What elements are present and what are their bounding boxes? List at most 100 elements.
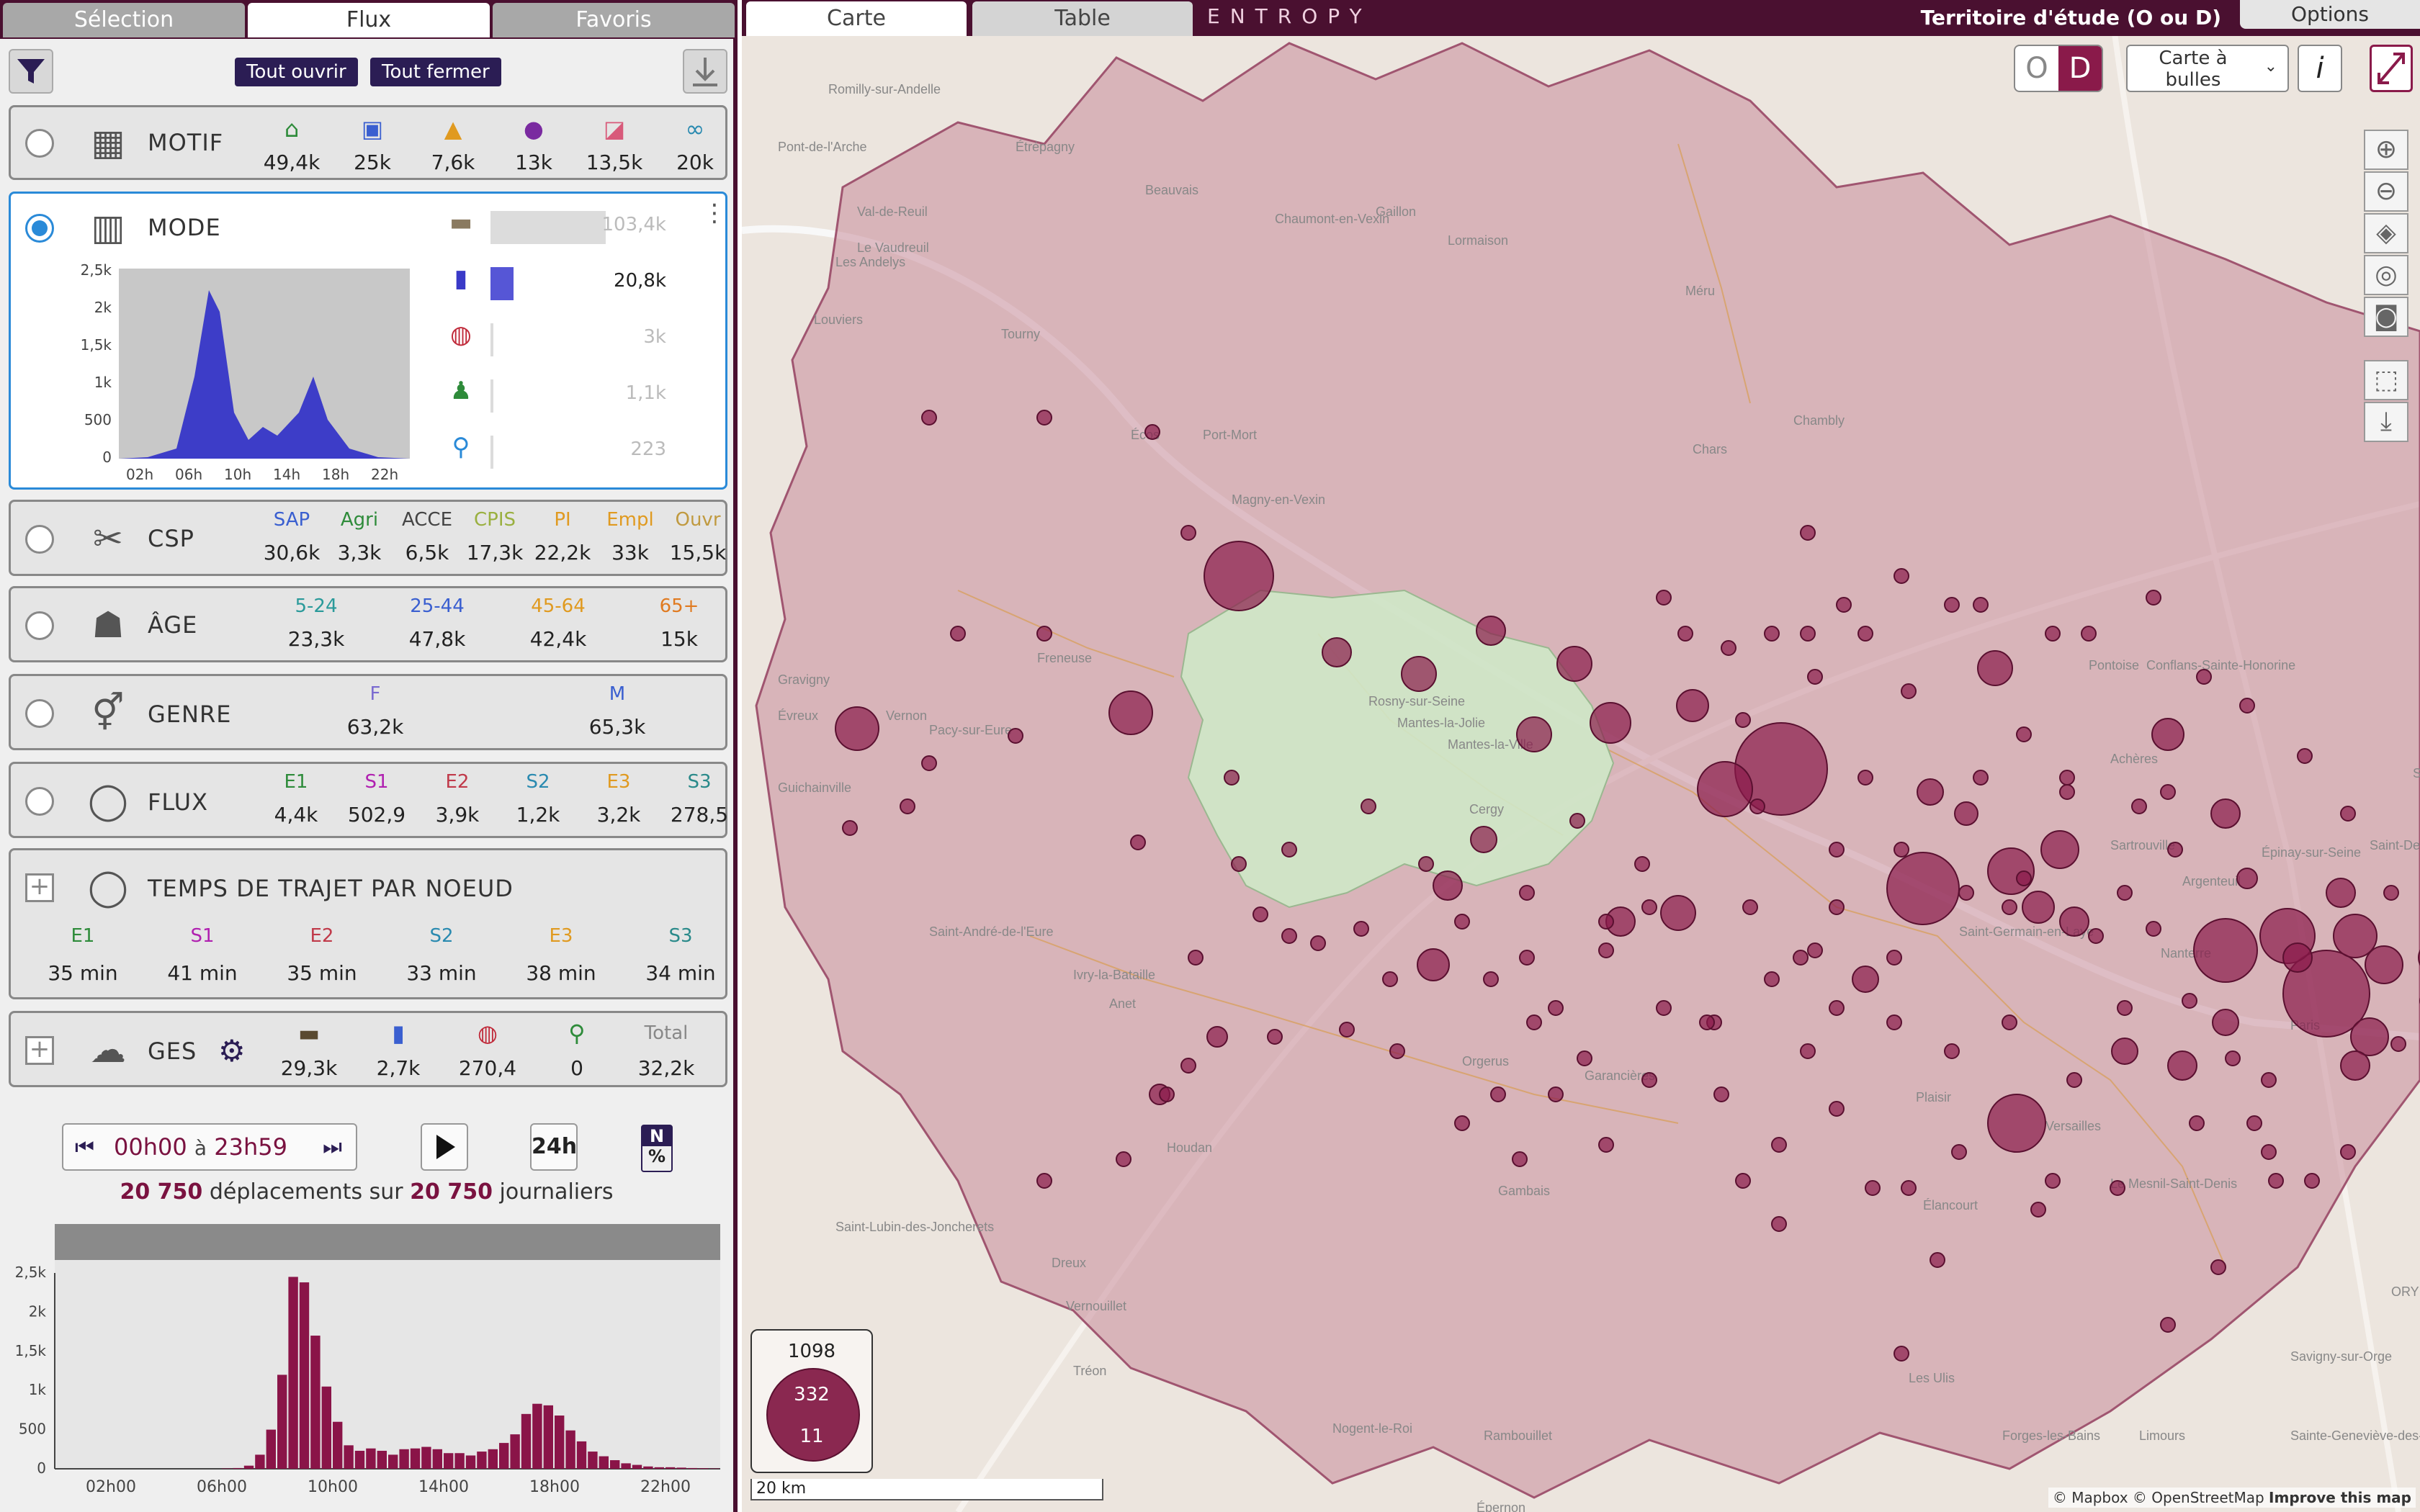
flow-bubble[interactable]	[1206, 1026, 1228, 1048]
flow-bubble[interactable]	[2182, 993, 2197, 1009]
flow-bubble[interactable]	[2236, 868, 2258, 889]
flow-bubble[interactable]	[2016, 870, 2032, 886]
flow-bubble[interactable]	[2117, 885, 2133, 901]
flow-bubble[interactable]	[2239, 698, 2255, 714]
flow-bubble[interactable]	[1231, 856, 1247, 872]
flow-bubble[interactable]	[1886, 1014, 1902, 1030]
origin-option[interactable]: O	[2015, 46, 2058, 91]
flow-bubble[interactable]	[2268, 1173, 2284, 1189]
flow-bubble[interactable]	[2193, 918, 2258, 983]
flow-bubble[interactable]	[1108, 690, 1153, 735]
flow-bubble[interactable]	[2030, 1202, 2046, 1218]
flow-bubble[interactable]	[2340, 1050, 2370, 1081]
flow-bubble[interactable]	[2304, 1173, 2320, 1189]
temps-item-0[interactable]: E1 35 min	[40, 925, 126, 985]
mode-radio[interactable]	[25, 214, 54, 243]
flow-bubble[interactable]	[1281, 928, 1297, 944]
flow-bubble[interactable]	[2131, 798, 2147, 814]
flow-bubble[interactable]	[1894, 568, 1909, 584]
download-button[interactable]	[683, 49, 727, 94]
flux-item-3[interactable]: S2 1,2k	[495, 771, 581, 827]
ges-item-3[interactable]: ⚲ 0	[534, 1020, 620, 1080]
mode-row-0[interactable]: ▬ 103,4k	[443, 204, 717, 244]
flux-item-1[interactable]: S1 502,9	[333, 771, 420, 827]
flow-bubble[interactable]	[1807, 669, 1823, 685]
europe-map-button[interactable]: ◈	[2364, 213, 2408, 253]
motif-item-3[interactable]: ● 13k	[490, 116, 577, 174]
flow-bubble[interactable]	[2146, 921, 2161, 937]
motif-item-5[interactable]: ∞ 20k	[652, 116, 738, 174]
zoom-out-button[interactable]: ⊖	[2364, 171, 2408, 212]
flow-bubble[interactable]	[2340, 806, 2356, 822]
flow-bubble[interactable]	[2350, 1017, 2389, 1056]
flux-item-5[interactable]: S3 278,5	[656, 771, 743, 827]
map-type-select[interactable]: Carte à bulles ⌄	[2126, 45, 2289, 92]
flow-bubble[interactable]	[1735, 1173, 1751, 1189]
flow-bubble[interactable]	[2081, 626, 2097, 642]
flow-bubble[interactable]	[1721, 640, 1736, 656]
motif-item-2[interactable]: ▲ 7,6k	[410, 116, 496, 174]
flow-bubble[interactable]	[2196, 669, 2212, 685]
flow-bubble[interactable]	[1977, 650, 2013, 686]
genre-item-0[interactable]: F 63,2k	[332, 683, 418, 739]
flow-bubble[interactable]	[1204, 541, 1274, 611]
flow-bubble[interactable]	[1361, 798, 1376, 814]
flow-bubble[interactable]	[1548, 1086, 1564, 1102]
flow-bubble[interactable]	[2210, 798, 2241, 829]
tab-carte[interactable]: Carte	[746, 1, 967, 36]
flow-bubble[interactable]	[2045, 626, 2061, 642]
flow-bubble[interactable]	[2022, 891, 2055, 924]
genre-item-1[interactable]: M 65,3k	[574, 683, 660, 739]
flow-bubble[interactable]	[2066, 1072, 2082, 1088]
flow-bubble[interactable]	[1852, 966, 1879, 993]
flow-bubble[interactable]	[1676, 689, 1709, 722]
flow-bubble[interactable]	[2002, 899, 2017, 915]
flow-bubble[interactable]	[1470, 826, 1497, 853]
zoom-in-button[interactable]: ⊕	[2364, 130, 2408, 170]
flow-bubble[interactable]	[1490, 1086, 1506, 1102]
play-button[interactable]	[421, 1123, 468, 1171]
flow-bubble[interactable]	[1116, 1151, 1131, 1167]
csp-radio[interactable]	[25, 525, 54, 554]
flow-bubble[interactable]	[1008, 728, 1023, 744]
motif-radio[interactable]	[25, 129, 54, 158]
ges-item-0[interactable]: ▬ 29,3k	[266, 1020, 352, 1080]
flow-bubble[interactable]	[2297, 748, 2313, 764]
flow-bubble[interactable]	[2212, 1009, 2239, 1036]
select-area-button[interactable]: ⬚	[2364, 360, 2408, 400]
flow-bubble[interactable]	[1590, 702, 1631, 744]
temps-expand-button[interactable]: +	[25, 873, 54, 902]
flow-bubble[interactable]	[2340, 1144, 2356, 1160]
motif-item-1[interactable]: ▣ 25k	[329, 116, 416, 174]
flow-bubble[interactable]	[1660, 895, 1696, 931]
flow-bubble[interactable]	[900, 798, 915, 814]
flow-bubble[interactable]	[1310, 935, 1326, 951]
flow-bubble[interactable]	[1188, 950, 1204, 966]
flow-bubble[interactable]	[2390, 1036, 2406, 1052]
flow-bubble[interactable]	[1180, 1058, 1196, 1074]
flow-bubble[interactable]	[1857, 770, 1873, 786]
flow-bubble[interactable]	[1656, 1000, 1672, 1016]
mode-row-4[interactable]: ⚲ 223	[443, 428, 717, 469]
flow-bubble[interactable]	[1836, 597, 1852, 613]
temps-item-5[interactable]: S3 34 min	[637, 925, 724, 985]
flow-bubble[interactable]	[1641, 1072, 1657, 1088]
flow-bubble[interactable]	[2110, 1180, 2125, 1196]
flow-bubble[interactable]	[1951, 1144, 1967, 1160]
flow-bubble[interactable]	[2111, 1038, 2138, 1065]
flow-bubble[interactable]	[1526, 1014, 1542, 1030]
flow-bubble[interactable]	[921, 410, 937, 426]
flow-bubble[interactable]	[1865, 1180, 1881, 1196]
range-24h-button[interactable]: 24h	[530, 1123, 578, 1171]
flow-bubble[interactable]	[1389, 1043, 1405, 1059]
flow-bubble[interactable]	[1418, 856, 1434, 872]
flow-bubble[interactable]	[1742, 899, 1758, 915]
flow-bubble[interactable]	[1634, 856, 1650, 872]
flow-bubble[interactable]	[1857, 626, 1873, 642]
flow-bubble[interactable]	[1382, 971, 1398, 987]
flow-bubble[interactable]	[1944, 597, 1960, 613]
flow-bubble[interactable]	[1894, 842, 1909, 858]
flow-bubble[interactable]	[1800, 1043, 1816, 1059]
improve-map-link[interactable]: Improve this map	[2269, 1489, 2411, 1506]
flow-bubble[interactable]	[1180, 525, 1196, 541]
